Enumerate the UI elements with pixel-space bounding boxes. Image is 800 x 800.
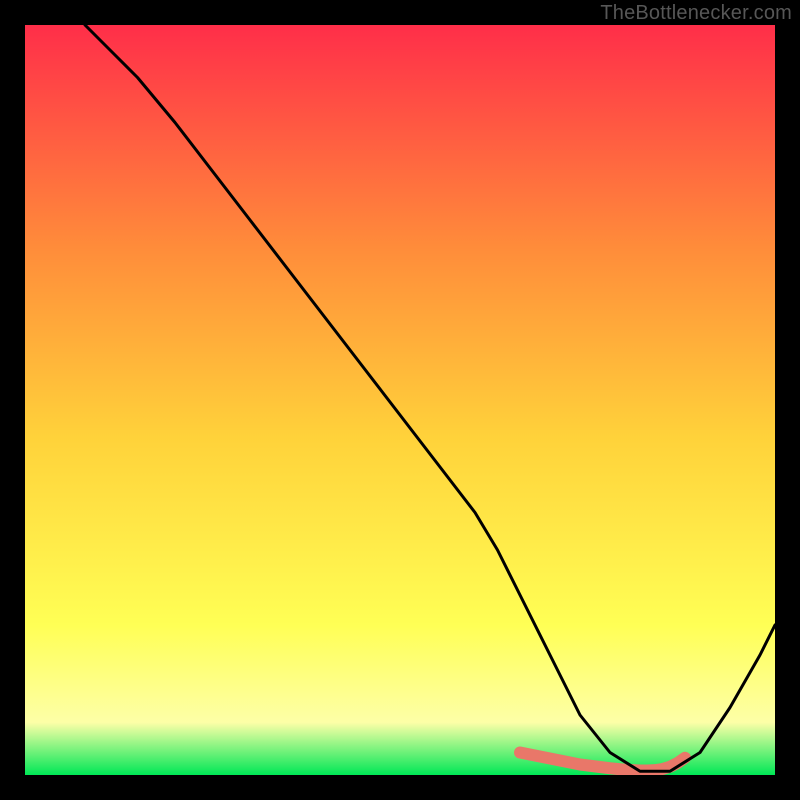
- watermark-text: TheBottlenecker.com: [600, 2, 792, 25]
- chart-frame: [25, 25, 775, 775]
- bottleneck-curve-chart: [25, 25, 775, 775]
- gradient-background: [25, 25, 775, 775]
